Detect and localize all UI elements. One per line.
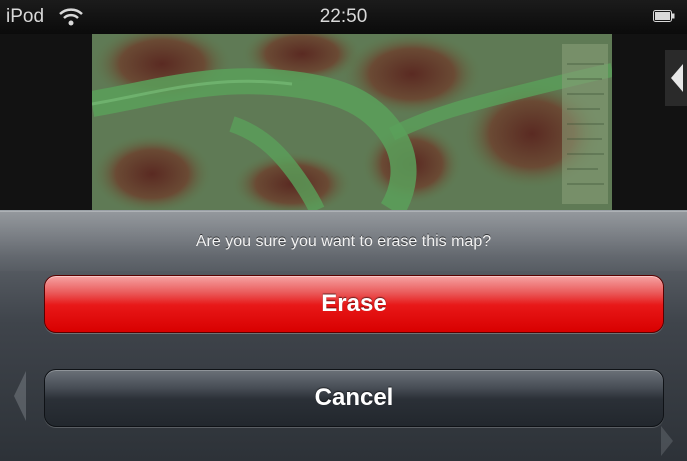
map-view[interactable] [0,34,687,210]
confirmation-message: Are you sure you want to erase this map? [195,233,492,250]
faded-right-arrow-icon [661,426,673,456]
battery-icon [653,10,675,22]
cancel-button[interactable]: Cancel [44,369,664,427]
clock: 22:50 [319,6,368,27]
chevron-left-icon[interactable] [665,50,687,106]
erase-button[interactable]: Erase [44,275,664,333]
faded-left-arrow-icon [14,371,26,421]
topographic-map[interactable] [92,34,612,210]
action-sheet: Are you sure you want to erase this map?… [0,210,687,461]
status-bar: iPod 22:50 [0,0,687,34]
